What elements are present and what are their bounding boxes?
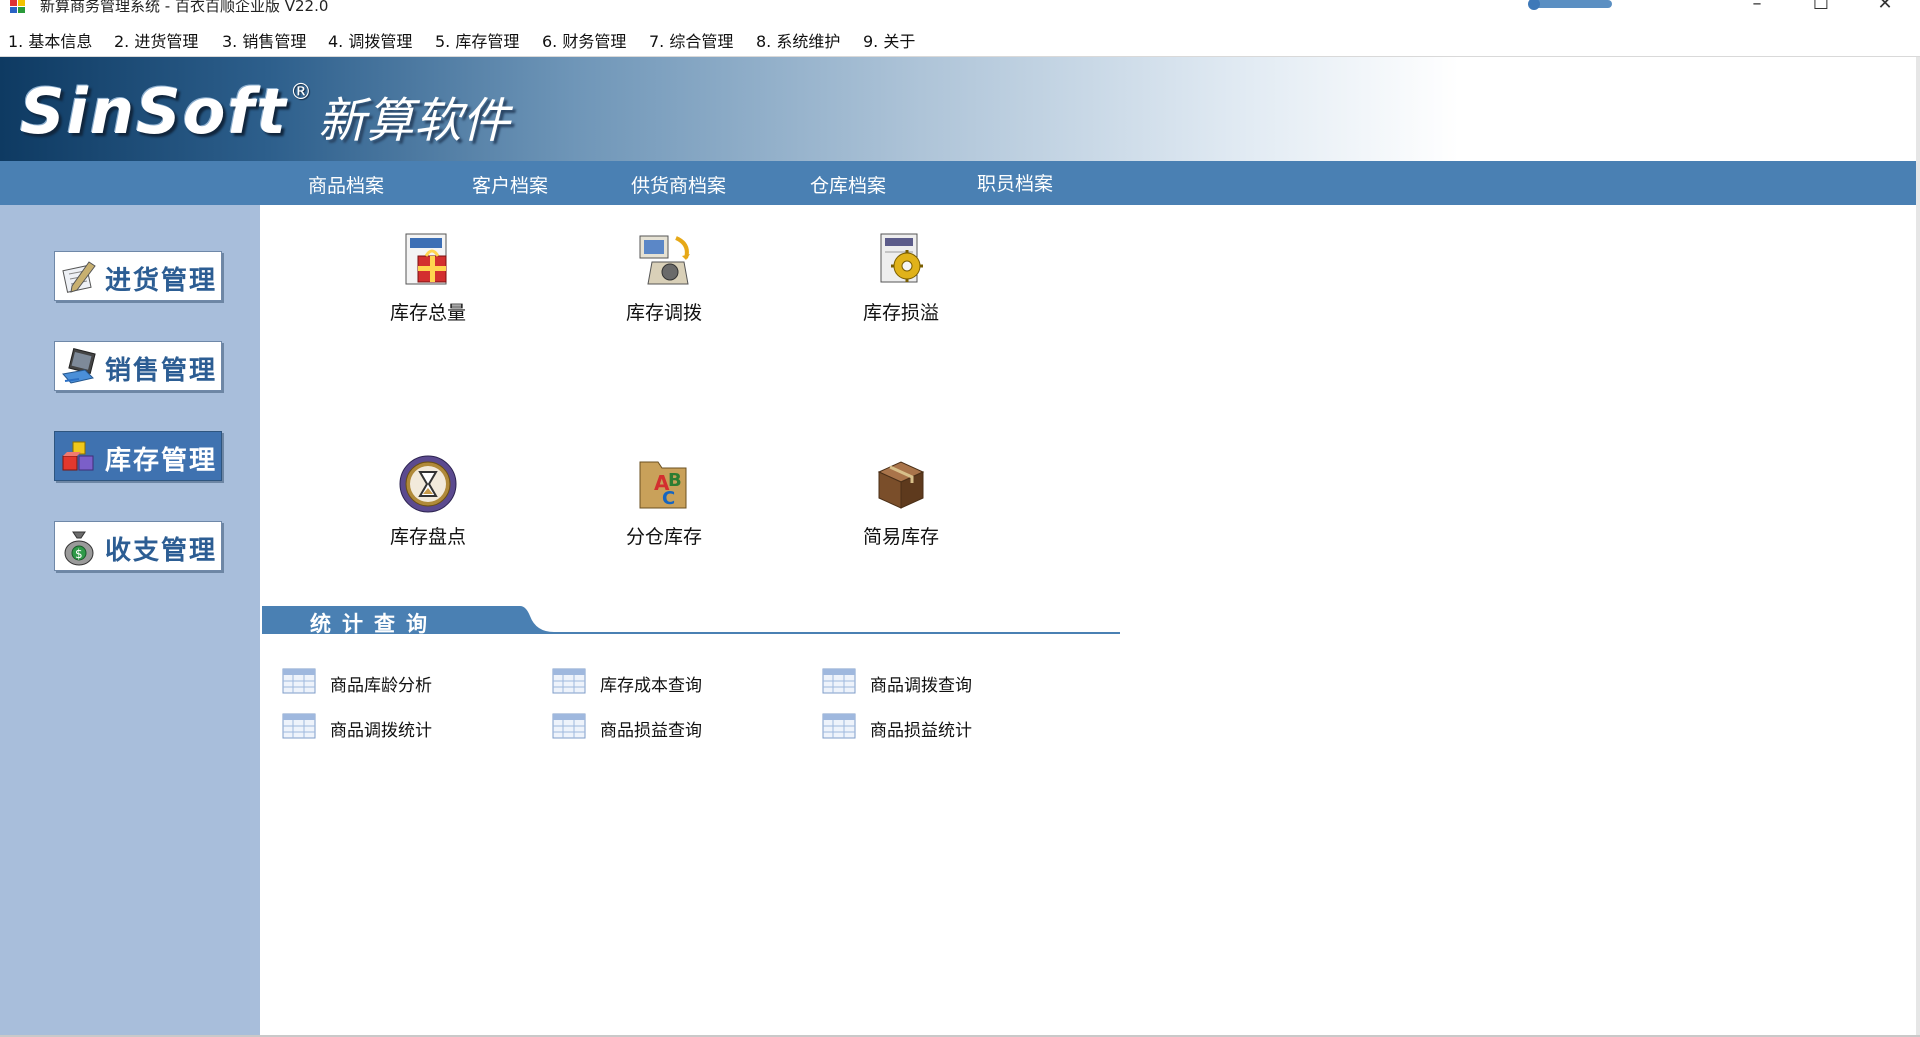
tile-stock-transfer-label: 库存调拨 [625,302,702,324]
menu-general[interactable]: 7. 综合管理 [647,28,735,56]
menu-purchase[interactable]: 2. 进货管理 [112,28,200,56]
module-sales-label: 销售管理 [105,356,218,386]
table-icon [822,668,856,694]
nav-warehouse-archive[interactable]: 仓库档案 [810,171,886,198]
menu-basic-info[interactable]: 1. 基本信息 [6,28,94,56]
stats-section-header: 统计查询 [262,606,1120,636]
table-icon [552,668,586,694]
box-icon [877,461,925,509]
nav-customer-archive[interactable]: 客户档案 [472,171,548,198]
purchase-icon [62,261,96,293]
abc-folder-icon: A B C [639,461,687,509]
window-slider[interactable] [1528,0,1612,10]
stock-total-icon [405,233,447,285]
tile-stock-count[interactable]: 库存盘点 [338,452,518,572]
nav-supplier-archive[interactable]: 供货商档案 [631,171,726,198]
module-purchase-button[interactable]: 进货管理 [54,251,222,301]
brand-banner: SinSoft®新算软件 [0,57,1920,161]
module-sales-button[interactable]: 销售管理 [54,341,222,391]
money-bag-icon: $ [64,531,94,566]
tile-stock-total[interactable]: 库存总量 [338,228,518,348]
tile-stock-loss-gain-label: 库存损溢 [862,302,939,324]
window-right-border [1916,57,1920,1037]
tile-stock-total-label: 库存总量 [389,302,466,324]
svg-text:C: C [662,488,675,509]
table-icon [282,668,316,694]
module-sidebar: 进货管理 销售管理 库存管理 $ 收支管理 [0,205,260,1037]
query-transfer-stats-label: 商品调拨统计 [330,721,432,741]
tile-stock-transfer[interactable]: 库存调拨 [574,228,754,348]
table-icon [282,713,316,739]
close-button[interactable]: ✕ [1870,0,1900,16]
menu-finance[interactable]: 6. 财务管理 [540,28,628,56]
module-purchase-label: 进货管理 [105,266,218,296]
brand-chinese: 新算软件 [317,93,510,149]
stats-section-title: 统计查询 [310,612,438,636]
module-inventory-label: 库存管理 [105,446,218,476]
sales-icon [62,348,96,384]
query-loss-gain-label: 商品损益查询 [600,721,702,741]
menu-inventory[interactable]: 5. 库存管理 [433,28,521,56]
table-icon [822,713,856,739]
query-stock-cost-label: 库存成本查询 [600,676,702,696]
tile-warehouse-stock[interactable]: A B C 分仓库存 [574,452,754,572]
stock-loss-gain-icon [880,233,923,283]
tile-stock-loss-gain[interactable]: 库存损溢 [811,228,991,348]
archive-nav: 商品档案 客户档案 供货商档案 仓库档案 职员档案 [0,161,1920,205]
menu-transfer[interactable]: 4. 调拨管理 [326,28,414,56]
minimize-button[interactable]: – [1742,0,1772,16]
hourglass-icon [399,455,457,513]
window-title: 新算商务管理系统 - 百衣百顺企业版 V22.0 [40,0,329,15]
app-icon [10,0,25,13]
module-cashflow-label: 收支管理 [105,536,218,566]
window-title-bar: 新算商务管理系统 - 百衣百顺企业版 V22.0 – ☐ ✕ [0,0,1920,18]
stock-transfer-icon [639,235,690,285]
menu-about[interactable]: 9. 关于 [861,28,917,56]
module-inventory-button[interactable]: 库存管理 [54,431,222,481]
query-loss-gain-stats-label: 商品损益统计 [870,721,972,741]
registered-mark: ® [289,80,312,105]
query-stock-age-label: 商品库龄分析 [330,676,432,696]
nav-staff-archive[interactable]: 职员档案 [977,169,1053,196]
menu-bar: 1. 基本信息 2. 进货管理 3. 销售管理 4. 调拨管理 5. 库存管理 … [0,28,1920,57]
inventory-icon [62,441,94,471]
menu-system[interactable]: 8. 系统维护 [754,28,842,56]
tile-stock-count-label: 库存盘点 [389,526,466,548]
tile-simple-stock-label: 简易库存 [862,526,939,548]
brand-logo: SinSoft®新算软件 [20,75,510,149]
nav-product-archive[interactable]: 商品档案 [308,171,384,198]
table-icon [552,713,586,739]
brand-latin: SinSoft [20,75,288,148]
maximize-button[interactable]: ☐ [1806,0,1836,16]
tile-warehouse-stock-label: 分仓库存 [625,526,702,548]
module-cashflow-button[interactable]: $ 收支管理 [54,521,222,571]
query-transfer-label: 商品调拨查询 [870,676,972,696]
menu-sales[interactable]: 3. 销售管理 [220,28,308,56]
svg-text:$: $ [75,547,83,561]
tile-simple-stock[interactable]: 简易库存 [811,452,991,572]
